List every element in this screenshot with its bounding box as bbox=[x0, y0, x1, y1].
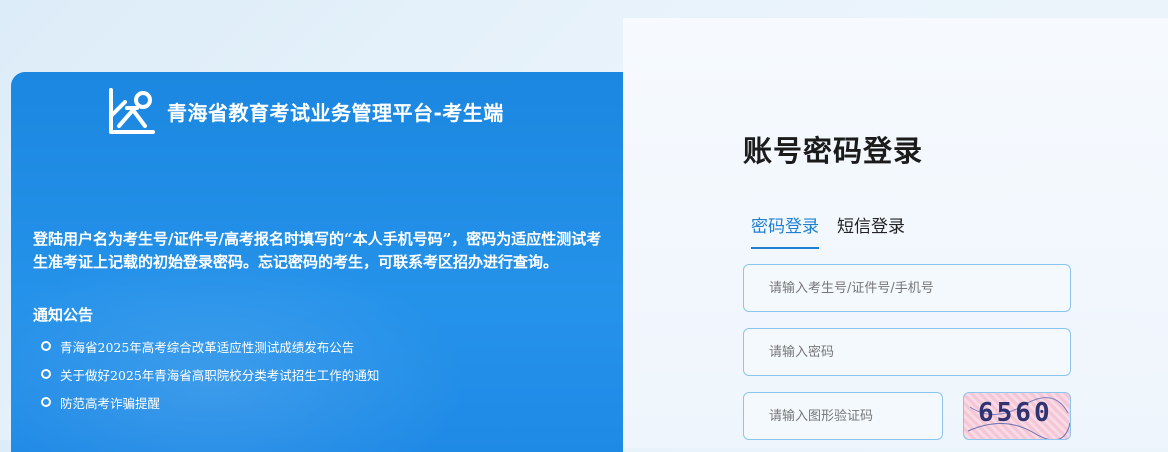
username-field bbox=[743, 264, 1071, 312]
captcha-text: 6560 bbox=[978, 398, 1053, 428]
username-input[interactable] bbox=[744, 265, 1070, 311]
announcement-heading: 通知公告 bbox=[33, 306, 94, 324]
captcha-input[interactable] bbox=[744, 393, 942, 439]
password-input[interactable] bbox=[744, 329, 1070, 375]
login-tabs: 密码登录 短信登录 bbox=[751, 212, 923, 249]
bullet-icon bbox=[41, 397, 51, 407]
platform-title: 青海省教育考试业务管理平台-考生端 bbox=[167, 100, 504, 125]
brand-header: 青海省教育考试业务管理平台-考生端 bbox=[107, 86, 504, 136]
login-notice: 登陆用户名为考生号/证件号/高考报名时填写的“本人手机号码”，密码为适应性测试考… bbox=[33, 230, 602, 271]
exam-logo-icon bbox=[109, 88, 155, 134]
announcement-list: 青海省2025年高考综合改革适应性测试成绩发布公告 关于做好2025年青海省高职… bbox=[41, 332, 379, 416]
password-field bbox=[743, 328, 1071, 376]
announcement-link[interactable]: 防范高考诈骗提醒 bbox=[60, 393, 160, 412]
login-panel: 账号密码登录 密码登录 短信登录 6560 bbox=[623, 18, 1168, 448]
captcha-graphic: 6560 bbox=[967, 397, 1070, 439]
tab-password-login[interactable]: 密码登录 bbox=[751, 212, 819, 249]
captcha-field bbox=[743, 392, 943, 440]
announcement-item[interactable]: 关于做好2025年青海省高职院校分类考试招生工作的通知 bbox=[41, 360, 379, 388]
announcement-link[interactable]: 关于做好2025年青海省高职院校分类考试招生工作的通知 bbox=[60, 365, 379, 384]
bullet-icon bbox=[41, 341, 51, 351]
info-panel: 青海省教育考试业务管理平台-考生端 登陆用户名为考生号/证件号/高考报名时填写的… bbox=[11, 72, 623, 452]
tab-sms-login[interactable]: 短信登录 bbox=[837, 212, 905, 249]
captcha-image[interactable]: 6560 bbox=[963, 392, 1071, 440]
announcement-item[interactable]: 青海省2025年高考综合改革适应性测试成绩发布公告 bbox=[41, 332, 379, 360]
announcement-link[interactable]: 青海省2025年高考综合改革适应性测试成绩发布公告 bbox=[60, 337, 354, 356]
announcement-item[interactable]: 防范高考诈骗提醒 bbox=[41, 388, 379, 416]
bullet-icon bbox=[41, 369, 51, 379]
login-title: 账号密码登录 bbox=[743, 134, 924, 168]
